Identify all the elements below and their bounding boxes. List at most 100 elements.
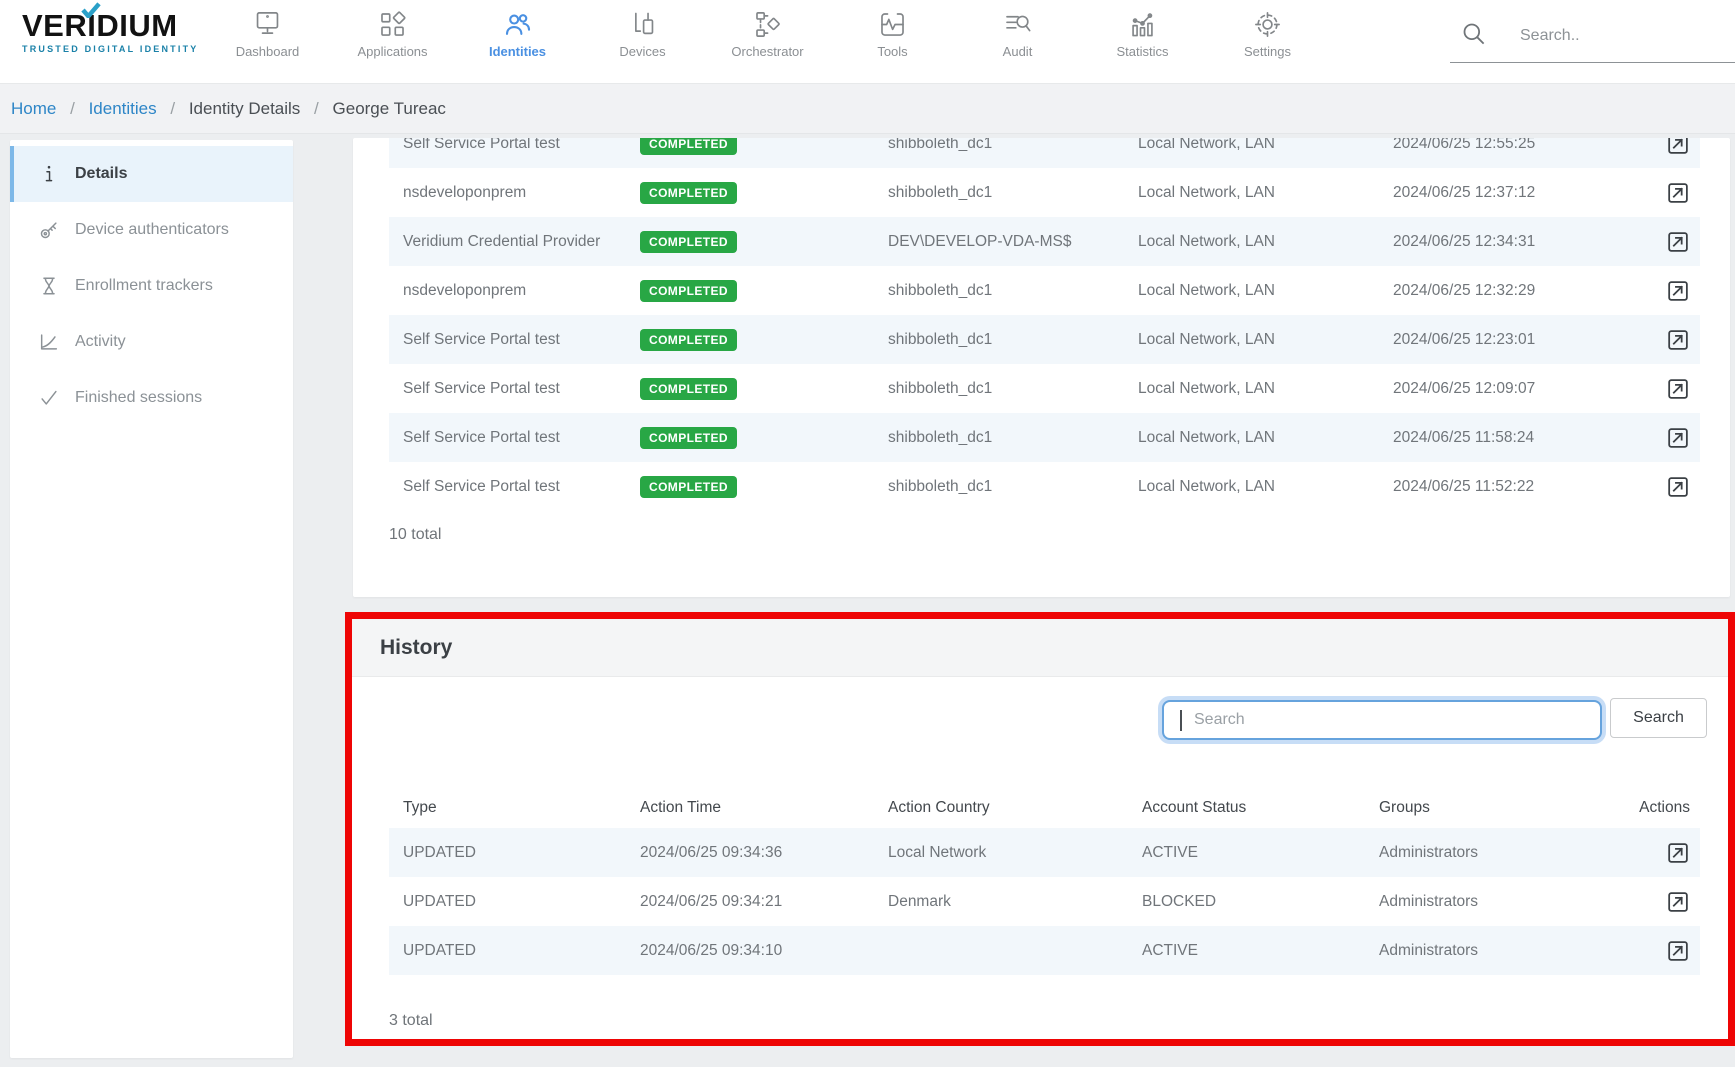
session-app: Self Service Portal test [403,413,560,462]
open-session-icon[interactable] [1665,425,1690,450]
history-time: 2024/06/25 09:34:36 [640,828,782,877]
nav-item-dashboard[interactable]: Dashboard [205,0,330,83]
key-icon [38,219,60,241]
session-network: Local Network, LAN [1138,315,1275,364]
breadcrumb-current-user: George Tureac [333,99,446,118]
session-account: shibboleth_dc1 [888,462,992,511]
sidebar-item-activity[interactable]: Activity [10,314,293,370]
col-action-time: Action Time [640,788,721,828]
session-row: nsdeveloponprem COMPLETED shibboleth_dc1… [389,168,1700,217]
session-network: Local Network, LAN [1138,462,1275,511]
history-search-button[interactable]: Search [1610,698,1707,738]
open-session-icon[interactable] [1665,180,1690,205]
history-search-placeholder: Search [1194,702,1245,738]
identities-icon [502,9,533,40]
global-search-input[interactable] [1450,16,1735,63]
session-account: shibboleth_dc1 [888,168,992,217]
col-groups: Groups [1379,788,1430,828]
open-session-icon[interactable] [1665,376,1690,401]
session-row: Self Service Portal test COMPLETED shibb… [389,138,1700,168]
history-title: History [380,619,452,676]
history-table: UPDATED 2024/06/25 09:34:36 Local Networ… [389,828,1700,975]
nav-item-devices[interactable]: Devices [580,0,705,83]
breadcrumb-bar: Home / Identities / Identity Details / G… [0,84,1735,134]
history-status: ACTIVE [1142,828,1198,877]
nav-item-identities[interactable]: Identities [455,0,580,83]
session-time: 2024/06/25 12:55:25 [1393,138,1535,168]
history-country: Denmark [888,877,951,926]
sessions-total-count: 10 total [389,526,441,544]
nav-item-tools[interactable]: Tools [830,0,955,83]
sidebar-item-details[interactable]: Details [10,146,293,202]
col-account-status: Account Status [1142,788,1246,828]
history-table-header: Type Action Time Action Country Account … [389,788,1700,829]
finished-sessions-card: Self Service Portal test COMPLETED shibb… [353,138,1730,597]
session-row: Self Service Portal test COMPLETED shibb… [389,413,1700,462]
annotation-highlight-history: History Search Search Type Action Time A… [345,612,1735,1046]
history-status: BLOCKED [1142,877,1216,926]
sidebar-item-enrollment-trackers[interactable]: Enrollment trackers [10,258,293,314]
settings-icon [1252,9,1283,40]
open-session-icon[interactable] [1665,474,1690,499]
nav-item-applications[interactable]: Applications [330,0,455,83]
session-time: 2024/06/25 11:58:24 [1393,413,1534,462]
session-account: shibboleth_dc1 [888,364,992,413]
open-session-icon[interactable] [1665,278,1690,303]
breadcrumb-home[interactable]: Home [11,99,56,118]
sessions-table: Self Service Portal test COMPLETED shibb… [389,138,1700,511]
history-groups: Administrators [1379,926,1478,975]
nav-item-orchestrator[interactable]: Orchestrator [705,0,830,83]
top-navbar: VERIDIUM TRUSTED DIGITAL IDENTITY Dashbo… [0,0,1735,84]
col-action-country: Action Country [888,788,990,828]
session-account: shibboleth_dc1 [888,266,992,315]
open-history-icon[interactable] [1665,938,1690,963]
col-type: Type [403,788,437,828]
history-country: Local Network [888,828,986,877]
status-badge: COMPLETED [640,280,737,302]
session-row: Veridium Credential Provider COMPLETED D… [389,217,1700,266]
chart-line-icon [38,331,60,353]
breadcrumb-identity-details: Identity Details [189,99,301,118]
nav-item-settings[interactable]: Settings [1205,0,1330,83]
open-session-icon[interactable] [1665,138,1690,156]
session-account: shibboleth_dc1 [888,315,992,364]
session-network: Local Network, LAN [1138,138,1275,168]
applications-icon [377,9,408,40]
nav-item-statistics[interactable]: Statistics [1080,0,1205,83]
session-time: 2024/06/25 12:34:31 [1393,217,1535,266]
session-app: Self Service Portal test [403,315,560,364]
history-row: UPDATED 2024/06/25 09:34:10 ACTIVE Admin… [389,926,1700,975]
status-badge: COMPLETED [640,476,737,498]
session-network: Local Network, LAN [1138,168,1275,217]
status-badge: COMPLETED [640,231,737,253]
history-header: History [352,619,1728,677]
veridium-logo[interactable]: VERIDIUM TRUSTED DIGITAL IDENTITY [22,10,198,54]
breadcrumb-identities[interactable]: Identities [89,99,157,118]
detail-sidebar: Details Device authenticators Enrollment… [10,140,293,1058]
open-session-icon[interactable] [1665,229,1690,254]
status-badge: COMPLETED [640,182,737,204]
session-network: Local Network, LAN [1138,217,1275,266]
tools-icon [877,9,908,40]
breadcrumb: Home / Identities / Identity Details / G… [11,84,446,133]
orchestrator-icon [752,9,783,40]
session-account: shibboleth_dc1 [888,413,992,462]
session-time: 2024/06/25 11:52:22 [1393,462,1534,511]
open-history-icon[interactable] [1665,889,1690,914]
nav-item-audit[interactable]: Audit [955,0,1080,83]
status-badge: COMPLETED [640,138,737,155]
history-search-input[interactable]: Search [1162,700,1602,740]
open-history-icon[interactable] [1665,840,1690,865]
audit-icon [1002,9,1033,40]
global-search [1450,16,1708,62]
col-actions: Actions [1639,788,1690,828]
session-network: Local Network, LAN [1138,413,1275,462]
sidebar-item-finished-sessions[interactable]: Finished sessions [10,370,293,426]
session-app: Veridium Credential Provider [403,217,600,266]
open-session-icon[interactable] [1665,327,1690,352]
history-time: 2024/06/25 09:34:21 [640,877,782,926]
sidebar-item-device-authenticators[interactable]: Device authenticators [10,202,293,258]
status-badge: COMPLETED [640,427,737,449]
session-account: DEV\DEVELOP-VDA-MS$ [888,217,1071,266]
session-network: Local Network, LAN [1138,364,1275,413]
